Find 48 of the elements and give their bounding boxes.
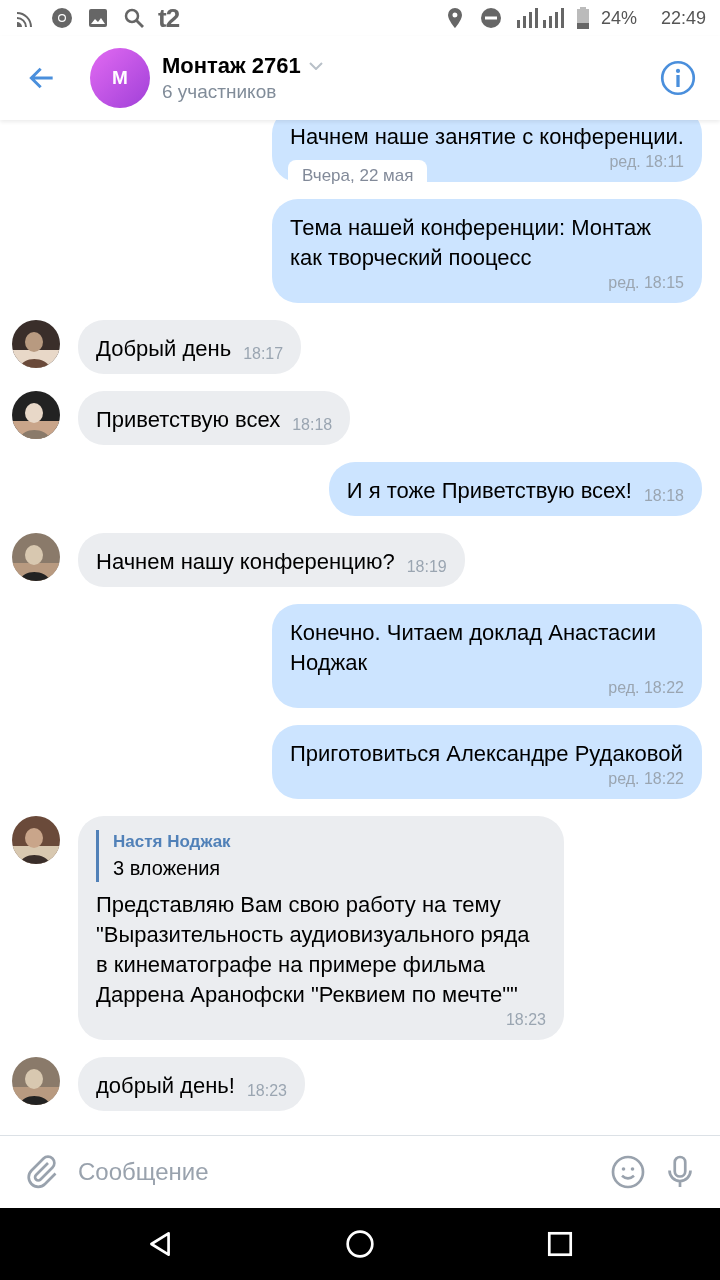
message-bubble[interactable]: добрый день! 18:23 [78,1057,305,1111]
message-time: 18:23 [504,1010,546,1030]
clock: 22:49 [660,7,706,29]
message-text: И я тоже Приветствую всех! [346,477,632,505]
message-text: Представляю Вам свою работу на тему "Выразительность аудиовизуального ряда в кинематографе на примере фильма Даррена Аранофски "Реквием по мечте"" [96,891,531,1009]
info-icon[interactable] [660,60,696,96]
message-input[interactable]: Сообщение [76,1157,594,1187]
search-icon [122,6,146,30]
message-text: Начнем нашу конференцию? [96,548,395,576]
message-bubble[interactable]: Приготовиться Александре Рудаковой ред. 18:22 [272,725,702,799]
message-time: 18:23 [245,1081,287,1101]
image-icon [86,6,110,30]
message-bubble[interactable]: Начнем нашу конференцию? 18:19 [78,533,465,587]
recents-nav-icon[interactable] [545,1229,575,1259]
message-text: Приветствую всех [96,406,281,434]
message-time: ред. 18:15 [607,273,684,293]
message-bubble[interactable]: Настя Ноджак 3 вложения Представляю Вам свою работу на тему "Выразительность аудиовизуального ряда в кинематографе на примере фильма Даррена Аранофски "Реквием по мечте"" 18:23 [78,816,564,1040]
message-time: ред. 18:22 [607,678,684,698]
participant-count: 6 участников [162,81,278,103]
message-bubble[interactable]: Конечно. Читаем доклад Анастасии Ноджак ред. 18:22 [272,604,702,708]
battery-percent: 24% [600,7,637,29]
operator-logo: t2 [158,2,180,34]
reply-author: Настя Ноджак [113,831,232,853]
home-nav-icon[interactable] [345,1229,375,1259]
message-bubble[interactable]: Тема нашей конференции: Монтаж как творческий пооцесс ред. 18:15 [272,199,702,303]
message-text: Приготовиться Александре Рудаковой [290,740,683,768]
reply-attachments: 3 вложения [113,856,222,881]
chat-avatar: М [90,48,150,108]
message-text: Тема нашей конференции: Монтаж как творческий пооцесс [290,214,652,272]
message-bubble[interactable]: И я тоже Приветствую всех! 18:18 [328,462,702,516]
message-time: 18:17 [242,344,284,364]
message-text: добрый день! [96,1072,235,1100]
do-not-disturb-icon [478,6,503,30]
message-time: 18:18 [291,415,333,435]
message-time: 18:18 [642,486,684,506]
message-text: Конечно. Читаем доклад Анастасии Ноджак [290,619,657,677]
message-time: ред. 18:22 [607,769,684,789]
message-text: Начнем наше занятие с конференции. [290,123,684,151]
message-time: ред. 18:11 [608,152,684,172]
battery-icon [576,7,589,29]
signal-icon [514,6,565,30]
message-time: 18:19 [405,557,447,577]
message-text: Добрый день [96,335,232,363]
chat-title[interactable]: Монтаж 2761 [162,53,301,79]
chevron-icon[interactable] [308,62,323,70]
message-bubble[interactable]: Приветствую всех 18:18 [78,391,351,445]
message-bubble[interactable]: Добрый день 18:17 [78,320,302,374]
emoji-icon[interactable] [610,1154,646,1190]
